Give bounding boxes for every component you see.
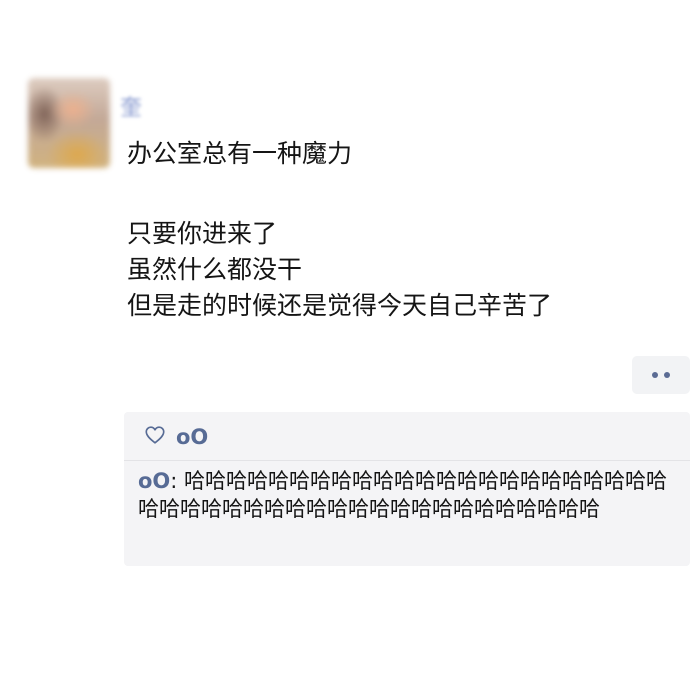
comment-author-link[interactable]: oO — [138, 469, 170, 493]
comment-text: 哈哈哈哈哈哈哈哈哈哈哈哈哈哈哈哈哈哈哈哈哈哈哈哈哈哈哈哈哈哈哈哈哈哈哈哈哈哈哈哈… — [138, 469, 668, 521]
post-line-blank — [127, 172, 552, 216]
post-line: 只要你进来了 — [127, 219, 278, 248]
heart-outline-icon — [144, 424, 166, 450]
more-dots-icon — [664, 372, 670, 378]
more-dots-icon — [652, 372, 658, 378]
comment-item[interactable]: oO: 哈哈哈哈哈哈哈哈哈哈哈哈哈哈哈哈哈哈哈哈哈哈哈哈哈哈哈哈哈哈哈哈哈哈哈哈… — [138, 467, 686, 523]
comment-separator: : — [170, 469, 185, 493]
post-content: 办公室总有一种魔力 只要你进来了 虽然什么都没干 但是走的时候还是觉得今天自己辛… — [127, 136, 552, 324]
like-user-link[interactable]: oO — [176, 425, 208, 449]
author-nickname[interactable]: 奎 — [120, 90, 158, 121]
post-line: 但是走的时候还是觉得今天自己辛苦了 — [127, 291, 553, 320]
post-line: 虽然什么都没干 — [127, 255, 303, 284]
avatar[interactable] — [28, 78, 110, 168]
interactions-panel: oO oO: 哈哈哈哈哈哈哈哈哈哈哈哈哈哈哈哈哈哈哈哈哈哈哈哈哈哈哈哈哈哈哈哈哈… — [124, 412, 690, 566]
more-actions-button[interactable] — [632, 356, 690, 394]
likes-row: oO — [144, 422, 208, 452]
post-line: 办公室总有一种魔力 — [127, 139, 353, 168]
divider — [124, 460, 690, 461]
